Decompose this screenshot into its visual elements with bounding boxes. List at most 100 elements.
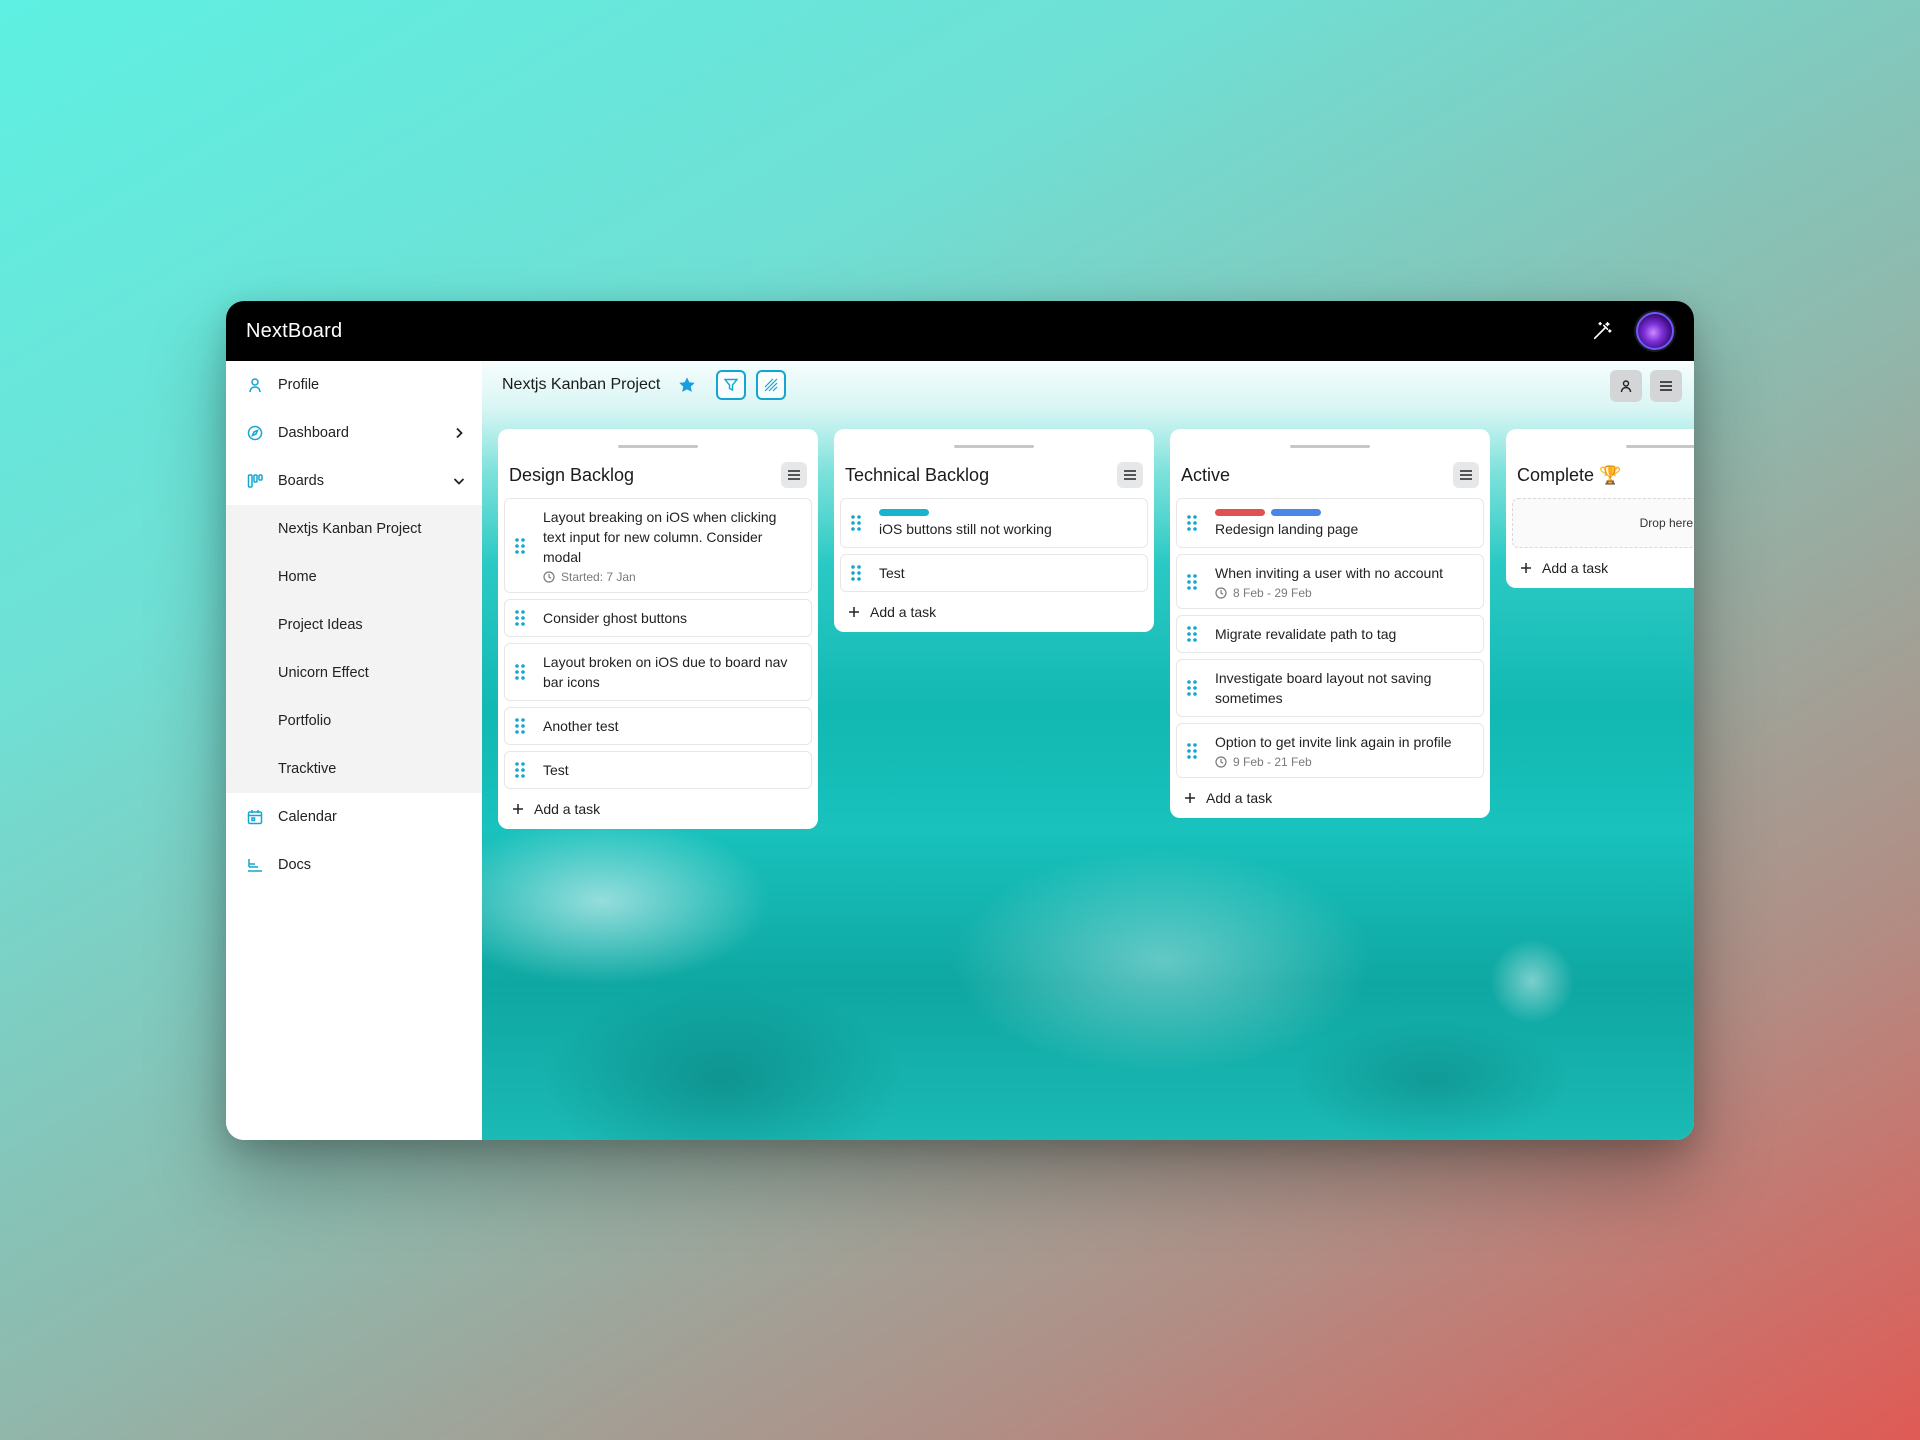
add-task-button[interactable]: Add a task (504, 789, 812, 819)
column-title[interactable]: Complete 🏆 (1517, 465, 1621, 486)
sidebar-item-docs[interactable]: Docs (226, 841, 482, 889)
board-area: Nextjs Kanban Project Design Backlog Lay… (482, 361, 1694, 1140)
column-title[interactable]: Design Backlog (509, 465, 634, 486)
task-card[interactable]: Layout broken on iOS due to board nav ba… (504, 643, 812, 701)
drag-handle-icon[interactable] (1187, 507, 1199, 539)
drop-zone-label: Drop here (1639, 516, 1693, 530)
task-title: Test (543, 762, 569, 778)
pattern-icon (764, 378, 778, 392)
task-date: Started: 7 Jan (543, 570, 801, 584)
drag-handle-icon[interactable] (851, 507, 863, 539)
task-card[interactable]: Test (504, 751, 812, 789)
clock-icon (1215, 756, 1227, 768)
drag-handle-icon[interactable] (515, 652, 527, 692)
sidebar-item-calendar[interactable]: Calendar (226, 793, 482, 841)
column-title[interactable]: Technical Backlog (845, 465, 989, 486)
column: Complete 🏆 Drop here Add a task (1506, 429, 1694, 588)
task-date: 8 Feb - 29 Feb (1215, 586, 1473, 600)
calendar-icon (246, 808, 264, 826)
add-task-button[interactable]: Add a task (840, 592, 1148, 622)
board-menu-button[interactable] (1650, 370, 1682, 402)
drag-handle-icon[interactable] (851, 563, 863, 583)
drag-handle-icon[interactable] (1187, 668, 1199, 708)
members-button[interactable] (1610, 370, 1642, 402)
menu-icon (788, 470, 800, 480)
add-task-button[interactable]: Add a task (1176, 778, 1484, 808)
docs-icon (246, 856, 264, 874)
task-title: Consider ghost buttons (543, 610, 687, 626)
label-tag (1271, 509, 1321, 516)
sidebar-board-link[interactable]: Home (226, 553, 482, 601)
background-button[interactable] (756, 370, 787, 400)
clock-icon (543, 571, 555, 583)
task-date-text: 9 Feb - 21 Feb (1233, 755, 1312, 769)
star-icon[interactable] (678, 376, 696, 394)
task-card[interactable]: Consider ghost buttons (504, 599, 812, 637)
add-task-label: Add a task (1542, 560, 1609, 576)
chevron-right-icon[interactable] (452, 426, 466, 440)
magic-wand-icon[interactable] (1590, 319, 1614, 343)
add-task-label: Add a task (534, 801, 601, 817)
label-tag (879, 509, 929, 516)
user-icon (1620, 380, 1632, 393)
task-card[interactable]: Another test (504, 707, 812, 745)
sidebar-item-profile[interactable]: Profile (226, 361, 482, 409)
filter-icon (724, 378, 739, 392)
drop-zone[interactable]: Drop here (1512, 498, 1694, 548)
sidebar-board-link[interactable]: Unicorn Effect (226, 649, 482, 697)
task-card[interactable]: iOS buttons still not working (840, 498, 1148, 548)
plus-icon (849, 607, 859, 617)
task-title: Investigate board layout not saving some… (1215, 670, 1432, 706)
drag-handle-icon[interactable] (515, 507, 527, 584)
drag-handle-icon[interactable] (515, 760, 527, 780)
app-window: NextBoard Profile Dashboard Boards Nextj… (226, 301, 1694, 1140)
sidebar-board-link[interactable]: Tracktive (226, 745, 482, 793)
task-title: Option to get invite link again in profi… (1215, 734, 1452, 750)
sidebar-board-link[interactable]: Project Ideas (226, 601, 482, 649)
filter-button[interactable] (716, 370, 747, 400)
drag-handle-icon[interactable] (1187, 563, 1199, 600)
task-labels (1215, 509, 1473, 516)
sidebar-item-dashboard[interactable]: Dashboard (226, 409, 482, 457)
add-task-button[interactable]: Add a task (1512, 548, 1694, 578)
task-card[interactable]: Test (840, 554, 1148, 592)
sidebar: Profile Dashboard Boards Nextjs Kanban P… (226, 361, 482, 1140)
task-card[interactable]: Investigate board layout not saving some… (1176, 659, 1484, 717)
task-card[interactable]: Option to get invite link again in profi… (1176, 723, 1484, 778)
user-icon (246, 376, 264, 394)
menu-icon (1460, 470, 1472, 480)
chevron-down-icon[interactable] (452, 474, 466, 488)
sidebar-item-boards[interactable]: Boards (226, 457, 482, 505)
column-title[interactable]: Active (1181, 465, 1230, 486)
task-card[interactable]: Redesign landing page (1176, 498, 1484, 548)
brand-name[interactable]: NextBoard (246, 320, 342, 343)
sidebar-board-link[interactable]: Portfolio (226, 697, 482, 745)
sidebar-item-label: Calendar (278, 809, 337, 825)
drag-handle-icon[interactable] (1187, 624, 1199, 644)
board-title: Nextjs Kanban Project (502, 376, 661, 393)
sidebar-board-link[interactable]: Nextjs Kanban Project (226, 505, 482, 553)
column-menu-button[interactable] (1117, 462, 1143, 488)
top-bar: NextBoard (226, 301, 1694, 361)
sidebar-item-label: Boards (278, 473, 324, 489)
menu-icon (1124, 470, 1136, 480)
drag-handle-icon[interactable] (515, 608, 527, 628)
task-card[interactable]: Layout breaking on iOS when clicking tex… (504, 498, 812, 593)
task-title: Layout breaking on iOS when clicking tex… (543, 509, 777, 565)
avatar[interactable] (1636, 312, 1674, 350)
column-menu-button[interactable] (781, 462, 807, 488)
drag-handle-icon[interactable] (1187, 732, 1199, 769)
column: Technical Backlog iOS buttons still not … (834, 429, 1154, 632)
task-card[interactable]: Migrate revalidate path to tag (1176, 615, 1484, 653)
task-title: Test (879, 565, 905, 581)
column: Active Redesign landing page When inviti… (1170, 429, 1490, 818)
column-menu-button[interactable] (1453, 462, 1479, 488)
task-date-text: 8 Feb - 29 Feb (1233, 586, 1312, 600)
add-task-label: Add a task (870, 604, 937, 620)
plus-icon (513, 804, 523, 814)
boards-submenu: Nextjs Kanban Project Home Project Ideas… (226, 505, 482, 793)
drag-handle-icon[interactable] (515, 716, 527, 736)
task-labels (879, 509, 1137, 516)
boards-icon (246, 472, 264, 490)
task-card[interactable]: When inviting a user with no account 8 F… (1176, 554, 1484, 609)
